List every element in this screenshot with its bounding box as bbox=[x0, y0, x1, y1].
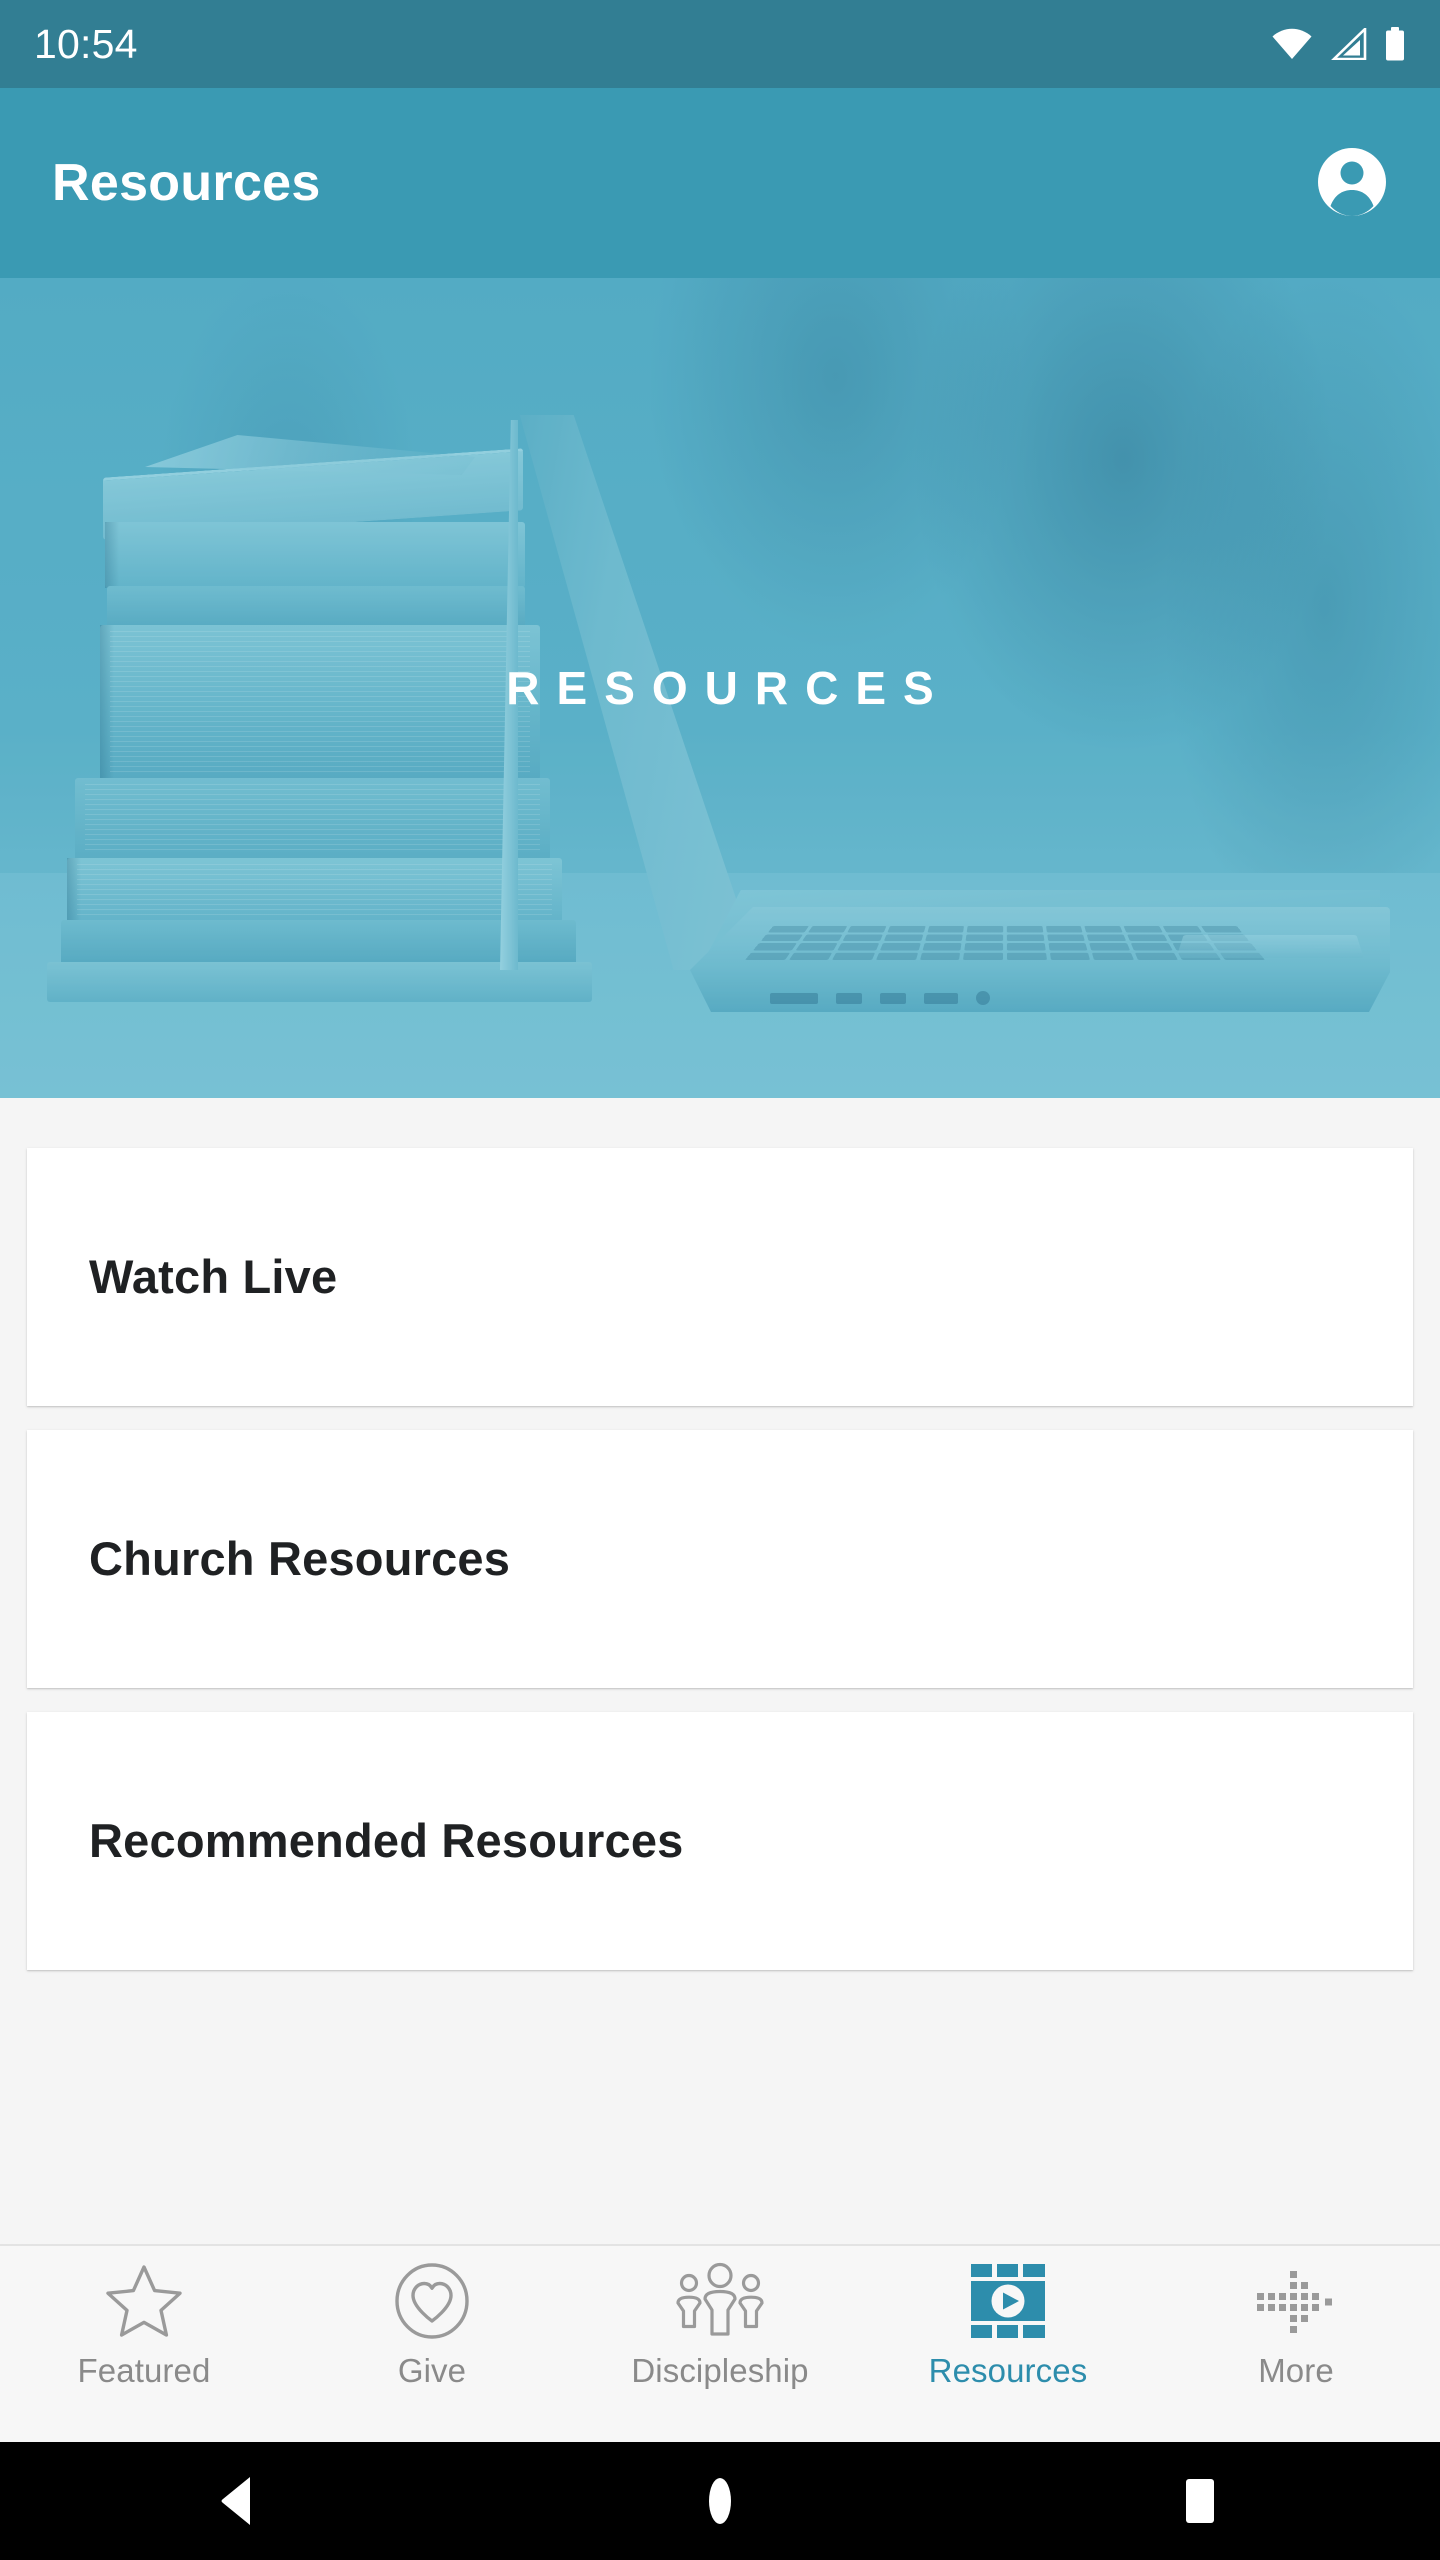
wifi-icon bbox=[1272, 28, 1312, 60]
android-home-button[interactable] bbox=[480, 2475, 960, 2527]
status-bar-icons bbox=[1272, 27, 1406, 61]
dotted-arrow-icon bbox=[1255, 2262, 1337, 2340]
hero-title: RESOURCES bbox=[506, 662, 951, 714]
card-title: Recommended Resources bbox=[89, 1813, 684, 1867]
home-circle-icon bbox=[700, 2475, 740, 2527]
heart-circle-icon bbox=[393, 2262, 471, 2340]
account-circle-icon bbox=[1316, 146, 1388, 221]
nav-item-resources[interactable]: Resources bbox=[864, 2262, 1152, 2387]
film-strip-play-icon bbox=[969, 2262, 1047, 2340]
nav-item-label: More bbox=[1258, 2352, 1334, 2389]
nav-item-give[interactable]: Give bbox=[288, 2262, 576, 2387]
page-title: Resources bbox=[52, 154, 321, 212]
people-group-icon bbox=[675, 2262, 765, 2340]
status-bar: 10:54 bbox=[0, 0, 1440, 88]
nav-item-label: Featured bbox=[77, 2352, 211, 2389]
cellular-signal-icon bbox=[1329, 28, 1367, 60]
card-title: Church Resources bbox=[89, 1531, 511, 1585]
card-title: Watch Live bbox=[89, 1249, 338, 1303]
nav-item-label: Give bbox=[397, 2352, 467, 2389]
recents-square-icon bbox=[1176, 2475, 1224, 2527]
nav-item-label: Resources bbox=[928, 2352, 1088, 2389]
profile-avatar-button[interactable] bbox=[1310, 141, 1394, 225]
nav-item-more[interactable]: More bbox=[1152, 2262, 1440, 2387]
nav-item-label: Discipleship bbox=[631, 2352, 809, 2389]
nav-item-featured[interactable]: Featured bbox=[0, 2262, 288, 2387]
status-bar-clock: 10:54 bbox=[34, 20, 138, 67]
android-system-navigation bbox=[0, 2442, 1440, 2560]
hero-banner[interactable]: RESOURCES bbox=[0, 278, 1440, 1098]
android-back-button[interactable] bbox=[0, 2475, 480, 2527]
battery-icon bbox=[1384, 27, 1406, 61]
back-triangle-icon bbox=[217, 2475, 263, 2527]
star-outline-icon bbox=[105, 2262, 183, 2340]
card-church-resources[interactable]: Church Resources bbox=[27, 1430, 1413, 1688]
nav-item-discipleship[interactable]: Discipleship bbox=[576, 2262, 864, 2387]
android-recents-button[interactable] bbox=[960, 2475, 1440, 2527]
bottom-navigation-bar: Featured Give Discipleship Resources Mor… bbox=[0, 2244, 1440, 2442]
card-watch-live[interactable]: Watch Live bbox=[27, 1148, 1413, 1406]
app-screen: 10:54 Resources RESOURCES Watch Live Chu… bbox=[0, 0, 1440, 2560]
resources-card-list: Watch Live Church Resources Recommended … bbox=[0, 1098, 1440, 2244]
card-recommended-resources[interactable]: Recommended Resources bbox=[27, 1712, 1413, 1970]
app-bar: Resources bbox=[0, 88, 1440, 278]
